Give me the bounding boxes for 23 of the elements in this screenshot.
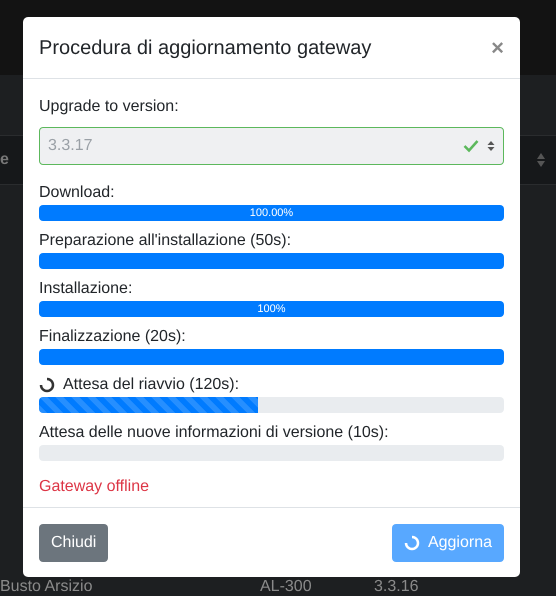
version-select[interactable]: 3.3.17 <box>39 127 504 165</box>
column-header: e <box>0 150 9 170</box>
table-cell: 3.3.16 <box>374 578 418 596</box>
modal-title: Procedura di aggiornamento gateway <box>39 36 372 60</box>
check-icon <box>463 139 479 153</box>
updown-caret-icon <box>487 140 495 152</box>
step-label: Installazione: <box>39 279 132 299</box>
error-message: Gateway offline <box>39 477 150 497</box>
step-label: Finalizzazione (20s): <box>39 327 186 347</box>
step-label: Attesa del riavvio (120s): <box>63 375 240 395</box>
table-cell-text: AL-300 <box>260 578 313 596</box>
field-label: Upgrade to version: <box>39 97 180 117</box>
close-button[interactable]: × <box>491 36 504 58</box>
progress-text: 100.00% <box>250 206 294 221</box>
close-dialog-button[interactable]: Chiudi <box>39 524 108 562</box>
progress-text: 100% <box>257 302 286 317</box>
table-cell-text: Busto Arsizio <box>0 578 94 596</box>
sort-icon <box>536 152 546 168</box>
spinner-icon <box>404 535 420 551</box>
step-label: Preparazione all'installazione (50s): <box>39 231 292 251</box>
spinner-icon <box>39 377 55 393</box>
step-label: Attesa delle nuove informazioni di versione (10s): <box>39 423 389 443</box>
step-label: Download: <box>39 183 115 203</box>
